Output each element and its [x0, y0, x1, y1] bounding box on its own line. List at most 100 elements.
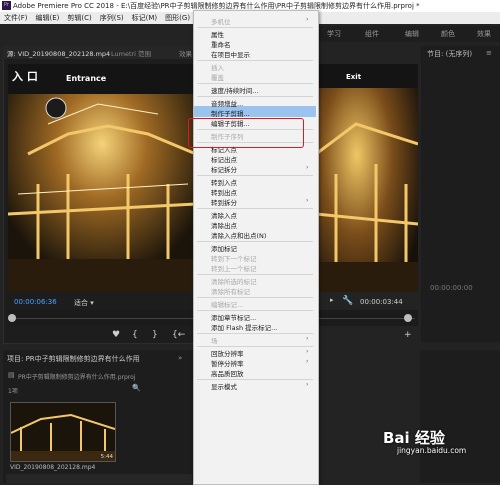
menu-separator [197, 379, 313, 380]
fit-dropdown[interactable]: 适合 ▾ [74, 298, 94, 308]
menu-item: 多机位 [211, 18, 231, 26]
fullscreen-icon[interactable]: ▸ [330, 296, 334, 304]
menu-item: 清除所选的标记 [211, 278, 257, 286]
menu-item[interactable]: 暂停分辨率 [211, 358, 244, 368]
entrance-sign-chinese: 入 口 [12, 70, 38, 83]
tab-effect-controls[interactable]: 效果 [179, 48, 192, 58]
menu-separator [197, 96, 313, 97]
menu-item[interactable]: 显示模式 [211, 381, 237, 391]
search-bin-icon[interactable]: 🔍 [132, 384, 141, 392]
annotation-red-box [188, 118, 304, 148]
menu-item[interactable]: 重命名 [211, 39, 231, 49]
menu-separator [197, 175, 313, 176]
menu-separator [197, 297, 313, 298]
menu-item[interactable]: 速度/持续时间... [211, 85, 258, 95]
program-monitor-panel [421, 46, 500, 342]
menu-separator [197, 310, 313, 311]
mark-in-icon[interactable]: { [132, 330, 138, 340]
menu-item[interactable]: 添加 Flash 提示标记... [211, 322, 277, 332]
program-timecode[interactable]: 00:00:03:44 [360, 298, 403, 306]
submenu-arrow-icon: › [306, 348, 309, 355]
menu-item[interactable]: 音频增益... [211, 98, 243, 108]
tab-learning[interactable]: 学习 [327, 29, 341, 39]
source-timecode[interactable]: 00:00:06:36 [14, 298, 57, 306]
entrance-sign-english: Entrance [66, 74, 107, 83]
source-video-frame[interactable]: 入 口 Entrance [8, 64, 196, 292]
tab-effects[interactable]: 效果 [477, 29, 491, 39]
playhead-end-icon[interactable] [404, 314, 412, 322]
menu-separator [197, 346, 313, 347]
add-marker-icon[interactable]: ♥ [112, 330, 120, 340]
menu-separator [197, 83, 313, 84]
menu-item[interactable]: 添加章节标记... [211, 312, 256, 322]
menu-item[interactable]: 高品质回放 [211, 368, 244, 378]
menu-item: 清除所有标记 [211, 288, 250, 296]
panel-menu-icon[interactable]: ≡ [486, 49, 492, 57]
menu-separator [197, 274, 313, 275]
program-video-frame[interactable]: Exit [316, 64, 418, 292]
menu-item: 插入 [211, 64, 224, 72]
menu-item[interactable]: 回放分辨率 [211, 348, 244, 358]
menu-item[interactable]: 转到出点 [211, 187, 237, 197]
submenu-arrow-icon: › [306, 16, 309, 23]
menu-item[interactable]: 清除入点 [211, 210, 237, 220]
go-to-in-icon[interactable]: {← [172, 330, 185, 340]
folder-icon: ▤ [8, 371, 15, 379]
program-panel-timecode[interactable]: 00:00:00:00 [430, 284, 473, 292]
menu-item[interactable]: 转到入点 [211, 177, 237, 187]
menu-sequence[interactable]: 序列(S) [96, 14, 128, 22]
project-panel-title[interactable]: 项目: PR中子剪辑限制修剪边界有什么作用 [7, 354, 140, 364]
submenu-arrow-icon: › [306, 381, 309, 388]
menu-graphics[interactable]: 图形(G) [161, 14, 194, 22]
tab-editing[interactable]: 编辑 [405, 29, 419, 39]
baidu-jingyan-watermark: Bai 经验 [383, 429, 445, 447]
menu-item[interactable]: 标记出点 [211, 154, 237, 164]
mark-out-icon[interactable]: } [152, 330, 158, 340]
menu-clip[interactable]: 剪辑(C) [63, 14, 95, 22]
timeline-panel [420, 350, 500, 483]
workspace-tabs: 学习 组件 编辑 颜色 效果 [315, 26, 500, 42]
menu-separator [197, 60, 313, 61]
clip-thumbnail[interactable]: 5:44 [10, 402, 116, 462]
menu-separator [197, 208, 313, 209]
menu-item[interactable]: 清除入点和出点(N) [211, 230, 266, 240]
tab-assembly[interactable]: 组件 [365, 29, 379, 39]
menu-item: 转到上一个标记 [211, 265, 257, 273]
submenu-arrow-icon: › [306, 164, 309, 171]
menu-item[interactable]: 转到拆分 [211, 197, 237, 207]
menu-item: 编辑标记... [211, 301, 244, 309]
menu-item[interactable]: 属性 [211, 29, 224, 39]
menu-edit[interactable]: 编辑(E) [32, 14, 64, 22]
project-path: PR中子剪辑限制修剪边界有什么作用.prproj [18, 374, 136, 381]
tab-color[interactable]: 颜色 [441, 29, 455, 39]
menu-item[interactable]: 标记拆分 [211, 164, 237, 174]
menu-separator [197, 241, 313, 242]
menu-marker[interactable]: 标记(M) [128, 14, 162, 22]
menu-file[interactable]: 文件(F) [0, 14, 32, 22]
exit-sign: Exit [346, 73, 362, 81]
menu-item[interactable]: 添加标记 [211, 243, 237, 253]
playhead-start-icon[interactable] [8, 314, 16, 322]
menu-separator [197, 27, 313, 28]
menu-item: 覆盖 [211, 74, 224, 82]
menu-item[interactable]: 制作子剪辑... [211, 108, 250, 118]
submenu-arrow-icon: › [306, 335, 309, 342]
clip-name[interactable]: VID_20190808_202128.mp4 [10, 464, 95, 471]
night-bridge-image [8, 64, 196, 292]
menu-separator [197, 333, 313, 334]
wrench-icon[interactable]: 🔧 [342, 296, 353, 306]
add-button-icon[interactable]: + [404, 330, 412, 340]
tab-source[interactable]: 源: VID_20190808_202128.mp4 [7, 48, 110, 58]
menu-item[interactable]: 清除出点 [211, 220, 237, 230]
watermark-url: jingyan.baidu.com [397, 446, 467, 455]
menu-item[interactable]: 在项目中显示 [211, 49, 250, 59]
program-panel-title[interactable]: 节目: (无序列) [427, 49, 472, 59]
menu-item: 场 [211, 337, 218, 345]
panel-expand-icon[interactable]: » [178, 354, 182, 362]
tab-lumetri-scopes[interactable]: Lumetri 范围 [111, 48, 151, 58]
source-panel-tabs: 源: VID_20190808_202128.mp4 Lumetri 范围 效果 [3, 46, 193, 59]
menu-item: 转到下一个标记 [211, 255, 257, 263]
fit-dropdown-label: 适合 [74, 299, 88, 307]
submenu-arrow-icon: › [306, 197, 309, 204]
item-count: 1项 [8, 388, 18, 395]
